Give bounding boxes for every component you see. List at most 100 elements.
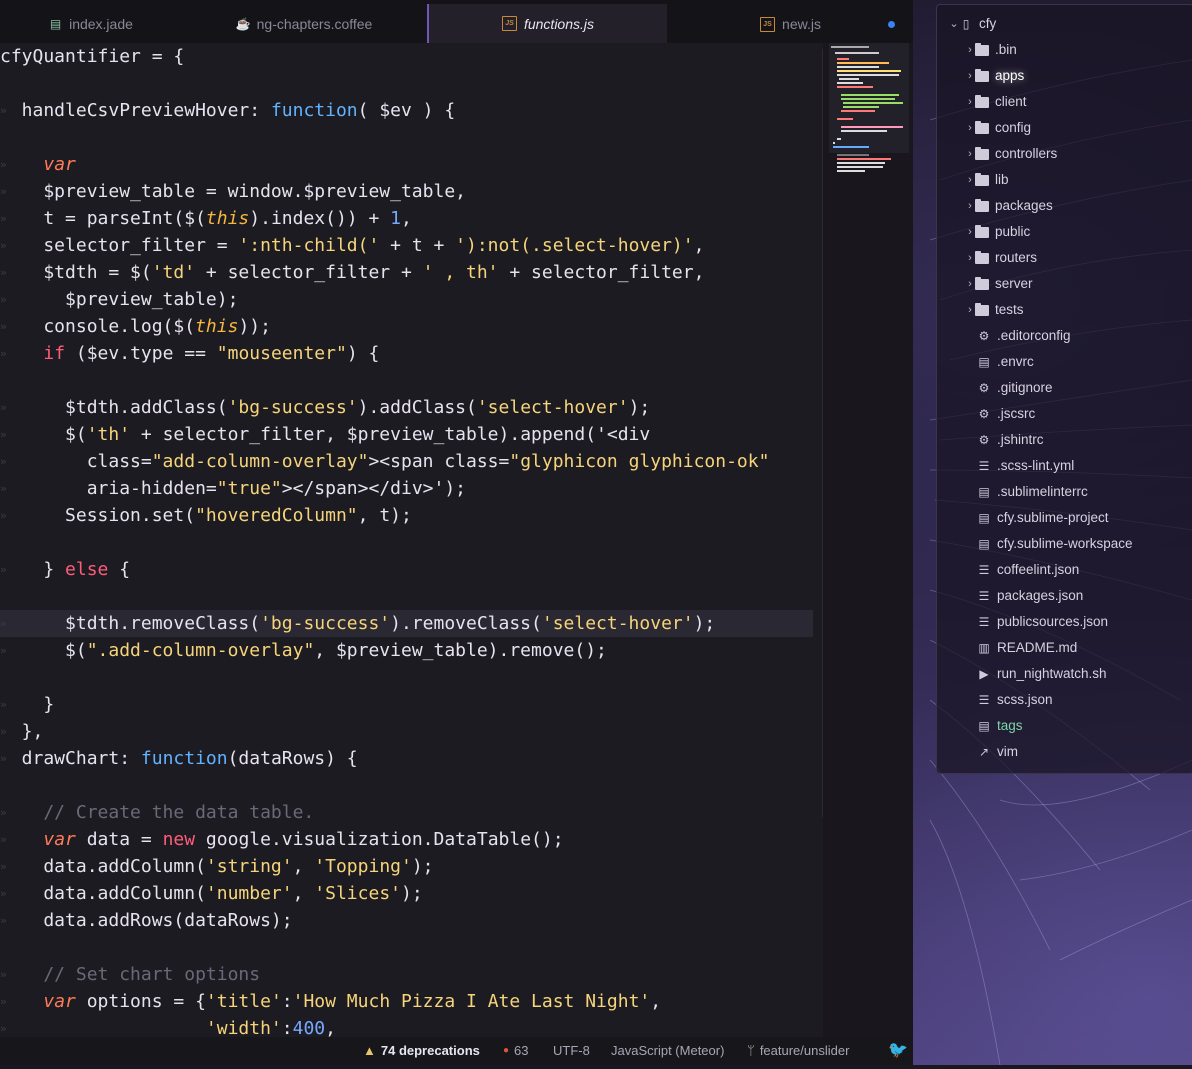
tree-item-apps[interactable]: › apps	[965, 65, 1024, 87]
tree-item-config[interactable]: › config	[965, 117, 1031, 139]
code-line[interactable]: » $(".add-column-overlay", $preview_tabl…	[0, 637, 813, 664]
gear-icon: ⚙	[978, 329, 990, 343]
chevron-right-icon[interactable]: ›	[965, 247, 975, 269]
tree-item-label: publicsources.json	[997, 614, 1109, 629]
tree-item-public[interactable]: › public	[965, 221, 1030, 243]
code-line[interactable]: » $preview_table = window.$preview_table…	[0, 178, 813, 205]
chevron-right-icon[interactable]: ›	[965, 143, 975, 165]
chevron-right-icon[interactable]: ›	[965, 169, 975, 191]
lint-errors-indicator[interactable]: ● 63	[503, 1037, 529, 1065]
code-line[interactable]: » },	[0, 718, 813, 745]
code-line[interactable]: » Session.set("hoveredColumn", t);	[0, 502, 813, 529]
code-line[interactable]: » drawChart: function(dataRows) {	[0, 745, 813, 772]
chevron-right-icon[interactable]: ›	[965, 221, 975, 243]
code-line[interactable]: » // Set chart options	[0, 961, 813, 988]
encoding-label: UTF-8	[553, 1043, 590, 1058]
indent-guide: »	[0, 158, 7, 171]
code-line[interactable]: » var options = {'title':'How Much Pizza…	[0, 988, 813, 1015]
tree-item-publicsources-json[interactable]: ☰ publicsources.json	[977, 611, 1108, 633]
tab-functions-js[interactable]: JS functions.js	[427, 4, 667, 43]
tab-index-jade[interactable]: ▤ index.jade	[0, 5, 182, 43]
deprecations-indicator[interactable]: ▲ 74 deprecations	[363, 1037, 480, 1065]
tree-item-jscsrc[interactable]: ⚙ .jscsrc	[977, 403, 1036, 425]
code-line[interactable]: » data.addColumn('number', 'Slices');	[0, 880, 813, 907]
chevron-right-icon[interactable]: ›	[965, 39, 975, 61]
chevron-right-icon[interactable]: ›	[965, 65, 975, 87]
tree-item-routers[interactable]: › routers	[965, 247, 1037, 269]
tree-item-controllers[interactable]: › controllers	[965, 143, 1057, 165]
tree-item-packages-json[interactable]: ☰ packages.json	[977, 585, 1084, 607]
code-line[interactable]: » $tdth = $('td' + selector_filter + ' ,…	[0, 259, 813, 286]
code-line[interactable]: » selector_filter = ':nth-child(' + t + …	[0, 232, 813, 259]
code-line[interactable]	[0, 772, 813, 799]
tree-item-scss-lint-yml[interactable]: ☰ .scss-lint.yml	[977, 455, 1075, 477]
tree-item-editorconfig[interactable]: ⚙ .editorconfig	[977, 325, 1071, 347]
git-branch[interactable]: ᛘ feature/unslider	[747, 1037, 849, 1065]
code-line[interactable]: » console.log($(this));	[0, 313, 813, 340]
tree-item-coffeelint-json[interactable]: ☰ coffeelint.json	[977, 559, 1080, 581]
tree-item-run-nightwatch-sh[interactable]: ▶ run_nightwatch.sh	[977, 663, 1106, 685]
code-line[interactable]: cfyQuantifier = {	[0, 43, 813, 70]
code-line[interactable]: » data.addColumn('string', 'Topping');	[0, 853, 813, 880]
code-line[interactable]	[0, 529, 813, 556]
code-line[interactable]: » $('th' + selector_filter, $preview_tab…	[0, 421, 813, 448]
code-area[interactable]: cfyQuantifier = { » handleCsvPreviewHover…	[0, 43, 823, 1039]
code-line[interactable]: » var data = new google.visualization.Da…	[0, 826, 813, 853]
minimap[interactable]	[823, 43, 913, 1037]
tab-label: functions.js	[523, 15, 595, 32]
code-line[interactable]	[0, 124, 813, 151]
chevron-right-icon[interactable]: ›	[965, 299, 975, 321]
tab-new-js[interactable]: JS new.js	[668, 5, 913, 43]
tree-item-label: tags	[997, 718, 1023, 733]
chevron-right-icon[interactable]: ›	[965, 195, 975, 217]
code-line[interactable]	[0, 583, 813, 610]
code-line[interactable]	[0, 664, 813, 691]
bird-icon[interactable]: 🐦	[888, 1037, 908, 1065]
code-line[interactable]: » aria-hidden="true"></span></div>');	[0, 475, 813, 502]
encoding-selector[interactable]: UTF-8	[553, 1037, 590, 1065]
code-line[interactable]: » } else {	[0, 556, 813, 583]
tree-item-cfy-sublime-project[interactable]: ▤ cfy.sublime-project	[977, 507, 1108, 529]
code-line[interactable]: » var	[0, 151, 813, 178]
tree-item-gitignore[interactable]: ⚙ .gitignore	[977, 377, 1053, 399]
tree-root-cfy[interactable]: ⌄ ▯ cfy	[949, 13, 996, 35]
tree-item-sublimelinterrc[interactable]: ▤ .sublimelinterrc	[977, 481, 1087, 503]
tree-item-bin[interactable]: › .bin	[965, 39, 1017, 61]
tree-item-cfy-sublime-workspace[interactable]: ▤ cfy.sublime-workspace	[977, 533, 1132, 555]
chevron-right-icon[interactable]: ›	[965, 117, 975, 139]
chevron-right-icon[interactable]: ›	[965, 91, 975, 113]
tree-item-scss-json[interactable]: ☰ scss.json	[977, 689, 1053, 711]
tree-item-jshintrc[interactable]: ⚙ .jshintrc	[977, 429, 1044, 451]
code-text: selector_filter = ':nth-child(' + t + ')…	[0, 235, 705, 256]
code-line[interactable]: » t = parseInt($(this).index()) + 1,	[0, 205, 813, 232]
tree-item-packages[interactable]: › packages	[965, 195, 1053, 217]
code-line[interactable]: » data.addRows(dataRows);	[0, 907, 813, 934]
chevron-right-icon[interactable]: ›	[965, 273, 975, 295]
warning-icon: ▲	[363, 1043, 376, 1058]
code-line[interactable]: » $tdth.removeClass('bg-success').remove…	[0, 610, 813, 637]
tab-ng-chapters-coffee[interactable]: ☕ ng-chapters.coffee	[183, 5, 426, 43]
minimap-viewport[interactable]	[829, 43, 909, 172]
code-line[interactable]: » // Create the data table.	[0, 799, 813, 826]
indent-guide: »	[0, 293, 7, 306]
folder-icon	[975, 250, 989, 265]
code-line[interactable]	[0, 367, 813, 394]
code-line[interactable]: » $preview_table);	[0, 286, 813, 313]
code-line[interactable]: » $tdth.addClass('bg-success').addClass(…	[0, 394, 813, 421]
tree-item-envrc[interactable]: ▤ .envrc	[977, 351, 1033, 373]
js-file-icon: JS	[760, 16, 776, 32]
grammar-selector[interactable]: JavaScript (Meteor)	[611, 1037, 724, 1065]
code-line[interactable]: » }	[0, 691, 813, 718]
code-line[interactable]	[0, 934, 813, 961]
tree-item-tags[interactable]: ▤ tags	[977, 715, 1023, 737]
tree-item-lib[interactable]: › lib	[965, 169, 1008, 191]
tree-item-client[interactable]: › client	[965, 91, 1026, 113]
tree-item-server[interactable]: › server	[965, 273, 1032, 295]
tree-item-readme-md[interactable]: ▥ README.md	[977, 637, 1077, 659]
code-line[interactable]	[0, 70, 813, 97]
code-line[interactable]: » handleCsvPreviewHover: function( $ev )…	[0, 97, 813, 124]
code-line[interactable]: » class="add-column-overlay"><span class…	[0, 448, 813, 475]
tree-item-vim[interactable]: ↗ vim	[977, 741, 1018, 763]
code-line[interactable]: » if ($ev.type == "mouseenter") {	[0, 340, 813, 367]
tree-item-tests[interactable]: › tests	[965, 299, 1023, 321]
